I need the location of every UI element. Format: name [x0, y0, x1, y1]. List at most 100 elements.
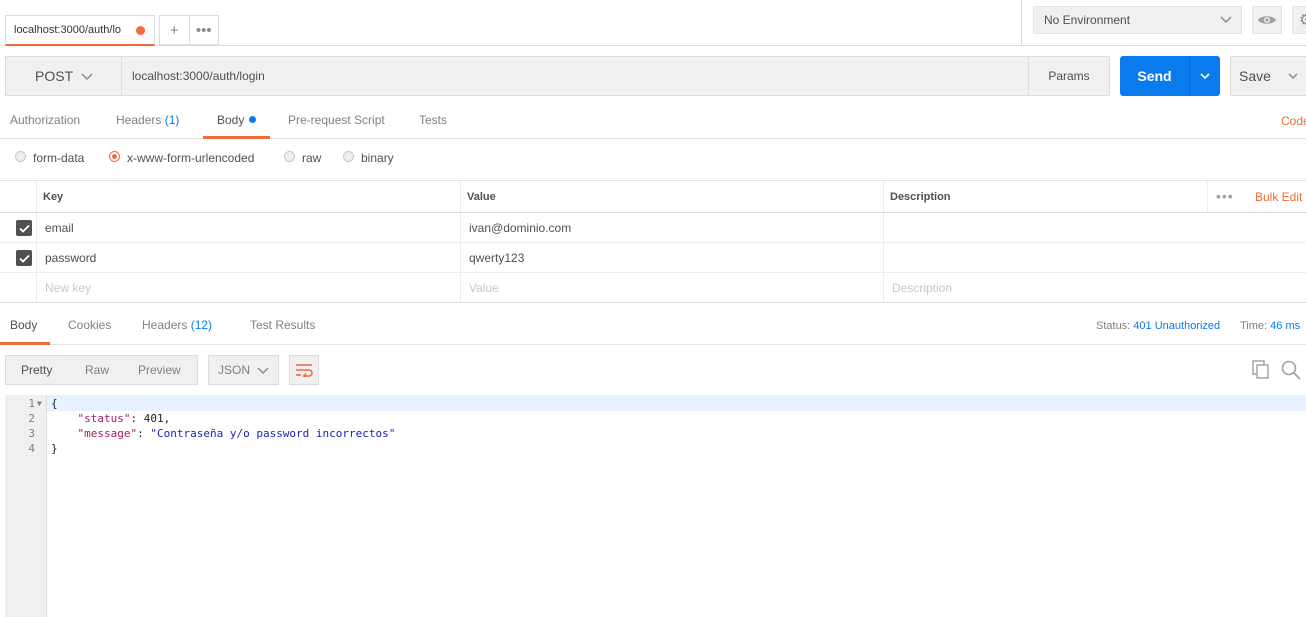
- radio-label: x-www-form-urlencoded: [127, 151, 255, 165]
- environment-area: No Environment ⚙: [1021, 0, 1306, 46]
- environment-quick-look-button[interactable]: [1252, 6, 1282, 34]
- row-checkbox[interactable]: [16, 220, 32, 236]
- tab-count: (12): [190, 318, 213, 332]
- code-link[interactable]: Code: [1281, 104, 1306, 139]
- request-tab[interactable]: localhost:3000/auth/lo: [5, 15, 155, 46]
- param-description-input[interactable]: [885, 243, 1305, 272]
- tab-label: Body: [217, 113, 245, 127]
- save-options-button[interactable]: [1279, 56, 1306, 96]
- chevron-down-icon: [257, 367, 269, 374]
- format-pretty-button[interactable]: Pretty: [21, 356, 52, 384]
- language-select[interactable]: JSON: [208, 355, 279, 385]
- radio-form-data[interactable]: form-data: [15, 139, 84, 177]
- response-tabs: Body Cookies Headers (12) Test Results S…: [0, 309, 1306, 345]
- table-header-row: Key Value Description ••• Bulk Edit: [0, 182, 1306, 213]
- body-type-selector: form-data x-www-form-urlencoded raw bina…: [0, 139, 1306, 181]
- tab-label: Headers: [142, 318, 188, 332]
- radio-circle-icon: [284, 150, 295, 162]
- param-value-input[interactable]: ivan@dominio.com: [462, 213, 882, 242]
- language-select-value: JSON: [218, 363, 251, 377]
- code-line: 4 }: [5, 441, 1306, 456]
- chevron-down-icon: [1288, 73, 1298, 79]
- tab-label: Cookies: [68, 318, 112, 332]
- code-text: {: [51, 397, 58, 410]
- response-body-editor[interactable]: 1 ▼ { 2 "status": 401, 3 "message": "Con…: [5, 395, 1306, 617]
- radio-label: form-data: [33, 151, 85, 165]
- param-description-input[interactable]: [885, 213, 1305, 242]
- tab-authorization[interactable]: Authorization: [10, 104, 80, 139]
- response-tab-cookies[interactable]: Cookies: [68, 309, 111, 344]
- param-key-input[interactable]: email: [38, 213, 458, 242]
- checkmark-icon: [18, 254, 30, 263]
- url-input-value: localhost:3000/auth/login: [132, 69, 265, 83]
- code-text: }: [51, 442, 58, 455]
- tab-headers[interactable]: Headers (1): [116, 104, 179, 139]
- tab-tests[interactable]: Tests: [419, 104, 447, 139]
- checkmark-icon: [18, 224, 30, 233]
- status-value[interactable]: 401 Unauthorized: [1133, 320, 1220, 332]
- time-label: Time:: [1240, 320, 1268, 332]
- environment-select[interactable]: No Environment: [1033, 6, 1242, 34]
- column-header-key: Key: [43, 191, 64, 203]
- wrap-lines-icon: [296, 364, 313, 377]
- save-button[interactable]: Save: [1230, 56, 1280, 96]
- line-number: 4: [28, 442, 35, 455]
- code-line: 2 "status": 401,: [5, 411, 1306, 426]
- column-divider: [1207, 182, 1208, 212]
- response-tab-test-results[interactable]: Test Results: [250, 309, 315, 344]
- response-tab-headers[interactable]: Headers (12): [142, 309, 212, 344]
- line-number: 2: [28, 412, 35, 425]
- column-header-value: Value: [467, 191, 496, 203]
- line-number: 3: [28, 427, 35, 440]
- code-line: 3 "message": "Contraseña y/o password in…: [5, 426, 1306, 441]
- url-input[interactable]: localhost:3000/auth/login: [122, 56, 1029, 96]
- param-key-input[interactable]: password: [38, 243, 458, 272]
- radio-selected-icon: [109, 150, 120, 162]
- request-tabs: Authorization Headers (1) Body Pre-reque…: [0, 104, 1306, 139]
- send-button[interactable]: Send: [1120, 56, 1189, 96]
- param-value-input[interactable]: qwerty123: [462, 243, 882, 272]
- copy-icon[interactable]: [1252, 360, 1270, 380]
- format-raw-button[interactable]: Raw: [85, 356, 109, 384]
- table-row: email ivan@dominio.com: [0, 213, 1306, 243]
- code-line: 1 ▼ {: [5, 396, 1306, 411]
- format-preview-button[interactable]: Preview: [138, 356, 181, 384]
- tab-label: Pre-request Script: [288, 113, 385, 127]
- json-key: "message": [77, 427, 138, 440]
- new-description-input[interactable]: Description: [885, 273, 1305, 303]
- code-text: "message": "Contraseña y/o password inco…: [77, 427, 396, 440]
- tab-label: Test Results: [250, 318, 316, 332]
- time-value[interactable]: 46 ms: [1270, 320, 1300, 332]
- code-text: "status": 401,: [77, 412, 171, 425]
- search-icon[interactable]: [1281, 360, 1301, 380]
- gear-icon: ⚙: [1299, 10, 1306, 30]
- fold-arrow-icon[interactable]: ▼: [37, 396, 42, 411]
- radio-label: raw: [302, 151, 322, 165]
- response-time: Time: 46 ms: [1240, 309, 1300, 343]
- table-options-icon[interactable]: •••: [1216, 182, 1234, 213]
- tab-count: (1): [164, 113, 180, 127]
- new-value-input[interactable]: Value: [462, 273, 882, 303]
- more-tabs-button[interactable]: •••: [188, 16, 219, 44]
- method-select[interactable]: POST: [5, 56, 122, 96]
- radio-circle-icon: [15, 150, 26, 162]
- response-tab-body[interactable]: Body: [0, 309, 51, 345]
- params-button[interactable]: Params: [1028, 56, 1110, 96]
- add-tab-button[interactable]: +: [160, 16, 189, 44]
- tab-pre-request-script[interactable]: Pre-request Script: [288, 104, 385, 139]
- tab-body[interactable]: Body: [203, 104, 271, 139]
- manage-environments-button[interactable]: ⚙: [1292, 6, 1306, 34]
- bulk-edit-link[interactable]: Bulk Edit: [1255, 182, 1302, 213]
- modified-dot-icon: [249, 116, 257, 123]
- radio-circle-icon: [343, 150, 354, 162]
- radio-x-www-form-urlencoded[interactable]: x-www-form-urlencoded: [109, 139, 254, 177]
- new-param-row: New key Value Description: [0, 273, 1306, 303]
- json-key: "status": [77, 412, 131, 425]
- send-options-button[interactable]: [1189, 56, 1220, 96]
- radio-raw[interactable]: raw: [284, 139, 321, 177]
- radio-binary[interactable]: binary: [343, 139, 394, 177]
- wrap-lines-button[interactable]: [289, 355, 319, 385]
- row-checkbox[interactable]: [16, 250, 32, 266]
- top-tab-bar: localhost:3000/auth/lo + ••• No Environm…: [0, 0, 1306, 46]
- new-key-input[interactable]: New key: [38, 273, 458, 303]
